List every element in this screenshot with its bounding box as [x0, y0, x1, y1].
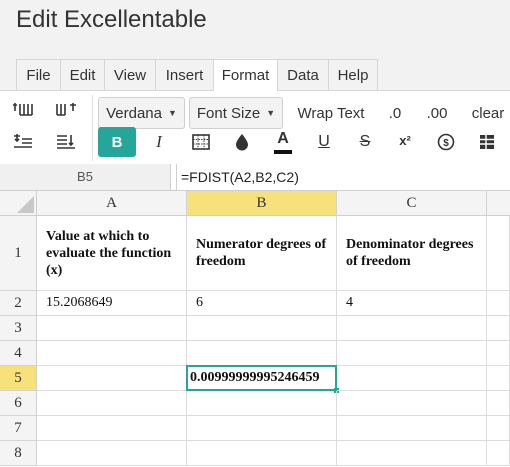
menu-tab-help[interactable]: Help — [328, 59, 378, 90]
currency-icon[interactable]: $ — [433, 129, 459, 155]
font-size-label: Font Size — [196, 104, 261, 122]
underline-button[interactable]: U — [311, 129, 337, 155]
cell-d5[interactable] — [487, 366, 510, 391]
font-color-icon[interactable]: A — [270, 127, 296, 157]
cell-a1[interactable]: Value at which to evaluate the function … — [37, 216, 187, 291]
menu-bar: File Edit View Insert Format Data Help — [0, 56, 510, 91]
cell-d7[interactable] — [487, 416, 510, 441]
cell-a7[interactable] — [37, 416, 187, 441]
cell-d6[interactable] — [487, 391, 510, 416]
cell-c1[interactable]: Denominator degrees of freedom — [337, 216, 487, 291]
cell-d1[interactable] — [487, 216, 510, 291]
row-header-3[interactable]: 3 — [0, 316, 37, 341]
spreadsheet-grid: A B C 1 2 3 4 5 6 7 8 Value at which to … — [0, 191, 510, 467]
cell-b5-selected[interactable]: 0.00999999995246459 — [186, 365, 337, 391]
superscript-button[interactable]: x² — [392, 129, 418, 151]
cell-b2[interactable]: 6 — [187, 291, 337, 316]
row-header-7[interactable]: 7 — [0, 416, 37, 441]
column-header-b[interactable]: B — [187, 191, 337, 216]
cell-c5[interactable] — [337, 366, 487, 391]
format-toolbar: Verdana ▼ Font Size ▼ Wrap Text .0 .00 c… — [0, 91, 510, 165]
menu-tab-view[interactable]: View — [104, 59, 156, 90]
cell-b8[interactable] — [187, 441, 337, 466]
font-size-dropdown[interactable]: Font Size ▼ — [189, 97, 283, 129]
row-header-6[interactable]: 6 — [0, 391, 37, 416]
cell-c8[interactable] — [337, 441, 487, 466]
select-all-corner[interactable] — [0, 191, 37, 216]
cell-c7[interactable] — [337, 416, 487, 441]
cell-c3[interactable] — [337, 316, 487, 341]
indent-left-icon[interactable] — [10, 100, 36, 122]
cell-a6[interactable] — [37, 391, 187, 416]
row-header-5[interactable]: 5 — [0, 366, 37, 391]
cell-d4[interactable] — [487, 341, 510, 366]
column-header-d[interactable] — [487, 191, 510, 216]
menu-tab-edit[interactable]: Edit — [60, 59, 105, 90]
cell-reference-box[interactable]: B5 — [0, 164, 171, 190]
align-bottom-icon[interactable] — [53, 131, 79, 153]
menu-tab-insert[interactable]: Insert — [155, 59, 214, 90]
page-title: Edit Excellentable — [16, 6, 207, 33]
cell-format-icon[interactable] — [474, 129, 500, 155]
cell-b4[interactable] — [187, 341, 337, 366]
formula-bar: B5 =FDIST(A2,B2,C2) — [0, 164, 510, 191]
menu-tab-data[interactable]: Data — [277, 59, 329, 90]
cell-b7[interactable] — [187, 416, 337, 441]
cell-a5[interactable] — [37, 366, 187, 391]
bold-button[interactable]: B — [98, 127, 136, 157]
chevron-down-icon: ▼ — [266, 108, 276, 118]
svg-text:$: $ — [443, 138, 449, 149]
title-bar: Edit Excellentable — [0, 0, 510, 56]
fill-color-icon[interactable] — [229, 129, 255, 155]
font-family-label: Verdana — [106, 104, 162, 122]
cell-d2[interactable] — [487, 291, 510, 316]
menu-tab-file[interactable]: File — [16, 59, 61, 90]
cell-c6[interactable] — [337, 391, 487, 416]
cell-c4[interactable] — [337, 341, 487, 366]
borders-icon[interactable] — [188, 129, 214, 155]
font-family-dropdown[interactable]: Verdana ▼ — [98, 97, 185, 129]
cell-d3[interactable] — [487, 316, 510, 341]
column-header-c[interactable]: C — [337, 191, 487, 216]
decrease-decimal-button[interactable]: .0 — [380, 99, 410, 127]
toolbar-separator — [92, 95, 93, 161]
cell-b3[interactable] — [187, 316, 337, 341]
cell-a2[interactable]: 15.2068649 — [37, 291, 187, 316]
font-color-letter: A — [277, 130, 289, 147]
formula-input[interactable]: =FDIST(A2,B2,C2) — [176, 164, 510, 190]
row-header-1[interactable]: 1 — [0, 216, 37, 291]
italic-button[interactable]: I — [146, 128, 172, 156]
cell-a3[interactable] — [37, 316, 187, 341]
cell-b1[interactable]: Numerator degrees of freedom — [187, 216, 337, 291]
chevron-down-icon: ▼ — [167, 108, 177, 118]
cell-d8[interactable] — [487, 441, 510, 466]
indent-right-icon[interactable] — [53, 100, 79, 122]
cell-a4[interactable] — [37, 341, 187, 366]
row-header-2[interactable]: 2 — [0, 291, 37, 316]
align-top-icon[interactable] — [10, 131, 36, 153]
menu-tab-format[interactable]: Format — [213, 59, 278, 91]
cell-c2[interactable]: 4 — [337, 291, 487, 316]
cell-a8[interactable] — [37, 441, 187, 466]
clear-format-button[interactable]: clear — [466, 99, 510, 127]
strikethrough-button[interactable]: S — [352, 129, 378, 155]
column-header-a[interactable]: A — [37, 191, 187, 216]
row-header-8[interactable]: 8 — [0, 441, 37, 466]
cell-b6[interactable] — [187, 391, 337, 416]
wrap-text-button[interactable]: Wrap Text — [292, 99, 370, 127]
increase-decimal-button[interactable]: .00 — [420, 99, 454, 127]
row-header-4[interactable]: 4 — [0, 341, 37, 366]
